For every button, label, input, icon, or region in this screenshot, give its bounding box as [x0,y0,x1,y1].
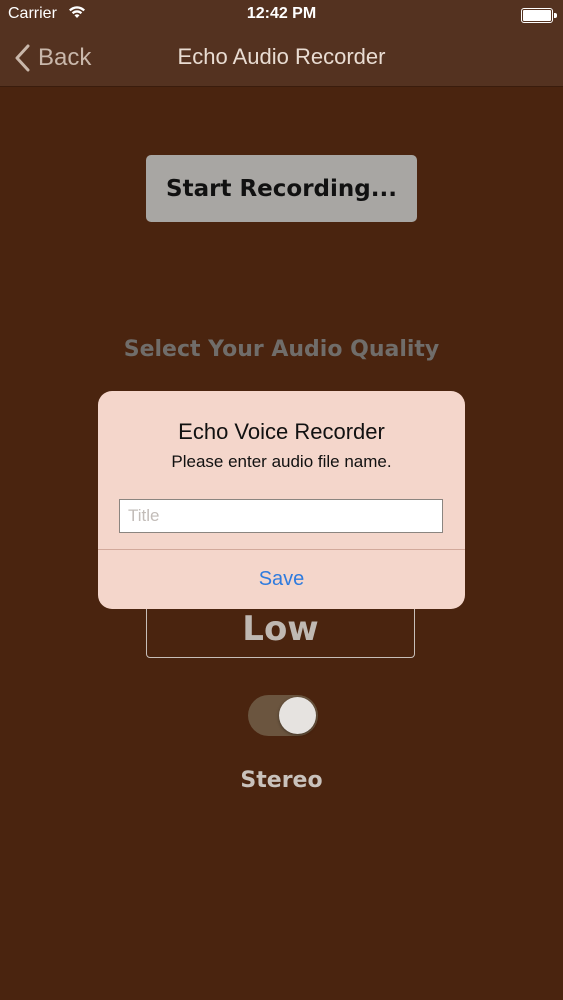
quality-heading: Select Your Audio Quality [123,337,440,362]
alert-title: Echo Voice Recorder [178,419,385,444]
save-button[interactable]: Save [98,550,465,609]
status-bar: Carrier 12:42 PM [0,0,563,30]
stereo-toggle[interactable] [248,695,318,736]
stereo-label: Stereo [240,768,323,793]
battery-icon [521,8,557,23]
page-title: Echo Audio Recorder [177,44,386,69]
quality-value: Low [242,609,319,649]
filename-alert-dialog: Echo Voice Recorder Please enter audio f… [98,391,465,609]
navigation-bar: Back Echo Audio Recorder [0,30,563,87]
file-name-input[interactable] [119,499,443,533]
alert-message: Please enter audio file name. [171,452,392,471]
start-recording-button[interactable]: Start Recording... [146,155,417,222]
toggle-knob [279,697,316,734]
status-time: 12:42 PM [246,5,317,22]
